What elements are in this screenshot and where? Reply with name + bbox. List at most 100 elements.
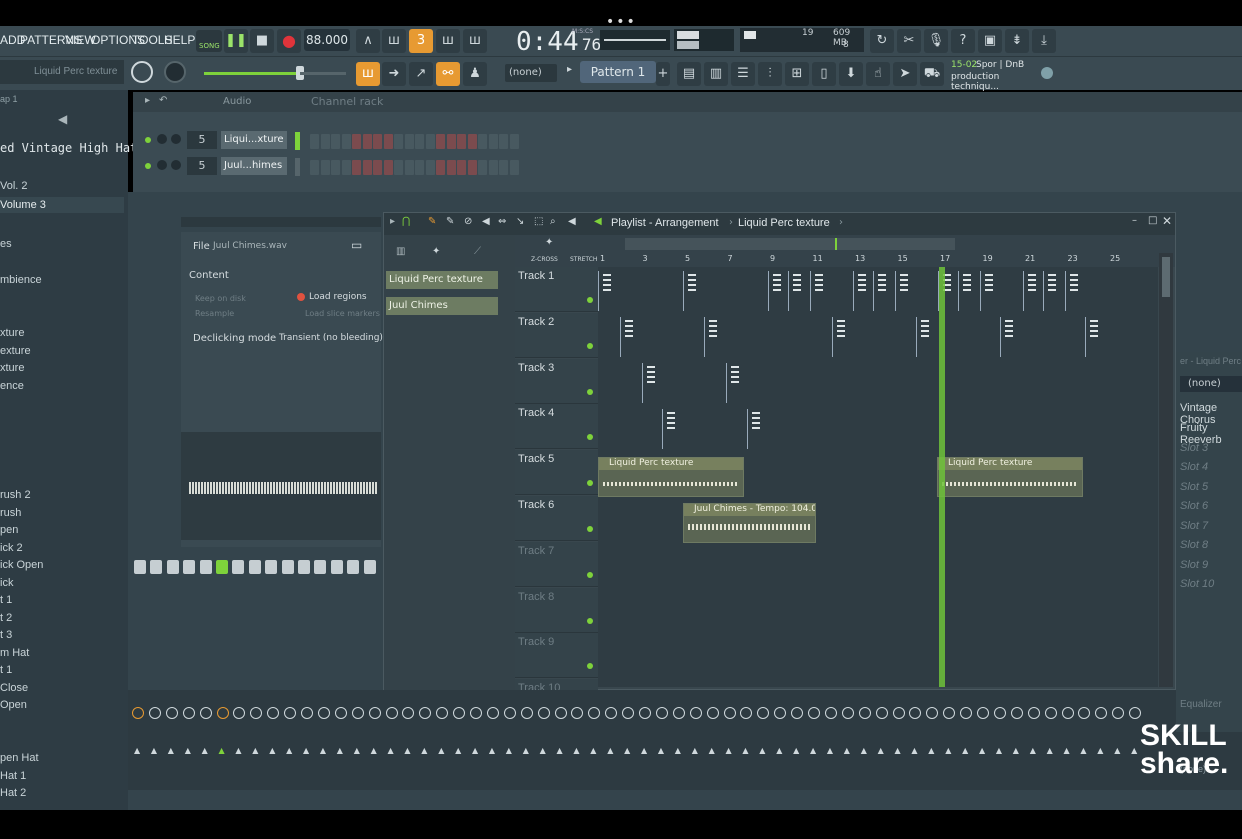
fx-slot[interactable]: Slot 3: [1180, 442, 1208, 454]
resample-option[interactable]: Resample: [195, 309, 234, 318]
route-arrow-icon[interactable]: ▲: [134, 746, 140, 755]
step-button[interactable]: [499, 134, 508, 149]
mixer-fader[interactable]: [150, 560, 163, 574]
browser-item[interactable]: mbience: [0, 274, 42, 286]
route-arrow-icon[interactable]: ▲: [151, 746, 157, 755]
browser-item[interactable]: ence: [0, 380, 24, 392]
route-arrow-icon[interactable]: ▲: [962, 746, 968, 755]
audio-clip[interactable]: Liquid Perc texture: [937, 457, 1083, 497]
send-icon[interactable]: ➤: [893, 62, 917, 86]
mixer-fader[interactable]: [183, 560, 196, 574]
route-arrow-icon[interactable]: ▲: [590, 746, 596, 755]
track-mute-led[interactable]: [587, 480, 593, 487]
channel-rack-icon[interactable]: ☰: [731, 62, 755, 86]
song-mode-toggle[interactable]: SONG: [196, 30, 222, 52]
route-arrow-icon[interactable]: ▲: [607, 746, 613, 755]
step-button[interactable]: [446, 160, 456, 175]
route-arrow-icon[interactable]: ▲: [1047, 746, 1053, 755]
step-button[interactable]: [488, 134, 498, 149]
route-arrow-icon[interactable]: ▲: [742, 746, 748, 755]
track-header[interactable]: Track 6: [515, 496, 598, 541]
picker-automation-icon[interactable]: ⟋: [474, 246, 481, 257]
fx-slot[interactable]: Slot 4: [1180, 461, 1208, 473]
master-volume-knob[interactable]: [131, 61, 153, 83]
route-arrow-icon[interactable]: ▲: [269, 746, 275, 755]
step-button[interactable]: [310, 134, 319, 149]
step-button[interactable]: [478, 160, 487, 175]
step-button[interactable]: [509, 134, 519, 149]
mixer-route-knob[interactable]: [1044, 707, 1057, 719]
route-arrow-icon[interactable]: ▲: [371, 746, 377, 755]
track-mute-led[interactable]: [587, 617, 593, 624]
playlist-pattern-crumb[interactable]: Liquid Perc texture: [738, 217, 830, 229]
pattern-clip[interactable]: [1000, 317, 1020, 357]
picker-audio-icon[interactable]: ✦: [432, 246, 440, 257]
track-header[interactable]: Track 3: [515, 358, 598, 404]
browser-item[interactable]: rush 2: [0, 489, 31, 501]
browser-item[interactable]: ed Vintage High Hat: [0, 141, 137, 155]
audio-clip[interactable]: Liquid Perc texture: [598, 457, 744, 497]
mute-tool-icon[interactable]: ◀: [482, 216, 490, 227]
track-mute-led[interactable]: [587, 571, 593, 578]
step-button[interactable]: [383, 160, 393, 175]
mixer-route-knob[interactable]: [554, 707, 567, 719]
pattern-clip[interactable]: [980, 271, 1000, 311]
mixer-route-knob[interactable]: [672, 707, 685, 719]
cut-icon[interactable]: ✂: [897, 29, 921, 53]
route-arrow-icon[interactable]: ▲: [810, 746, 816, 755]
route-arrow-icon[interactable]: ▲: [911, 746, 917, 755]
step-button[interactable]: [404, 160, 414, 175]
shop-icon[interactable]: ⛟: [920, 62, 944, 86]
pattern-clip[interactable]: [1043, 271, 1063, 311]
browser-item[interactable]: ick Open: [0, 559, 43, 571]
track-header[interactable]: Track 2: [515, 312, 598, 358]
pattern-clip[interactable]: [916, 317, 936, 357]
route-arrow-icon[interactable]: ▲: [506, 746, 512, 755]
pattern-clip[interactable]: [1065, 271, 1085, 311]
pattern-clip[interactable]: [788, 271, 808, 311]
mixer-fader[interactable]: [298, 560, 310, 574]
step-button[interactable]: [446, 134, 456, 149]
step-button[interactable]: [352, 160, 361, 175]
mixer-route-knob[interactable]: [317, 707, 330, 719]
browser-item[interactable]: Hat 1: [0, 770, 26, 782]
audio-clip[interactable]: Juul Chimes - Tempo: 104.0: [683, 503, 816, 543]
route-arrow-icon[interactable]: ▲: [540, 746, 546, 755]
route-arrow-icon[interactable]: ▲: [658, 746, 664, 755]
timeline-ruler[interactable]: 1 3 5 7 9 11 13 15 17 19 21 23 25: [598, 253, 1158, 267]
mixer-route-knob[interactable]: [470, 707, 482, 719]
mixer-route-knob[interactable]: [284, 707, 297, 719]
mixer-route-knob[interactable]: [689, 707, 702, 719]
track-header[interactable]: Track 8: [515, 587, 598, 633]
channel-mute-led[interactable]: [145, 163, 151, 169]
track-header[interactable]: Track 7: [515, 541, 598, 587]
step-button[interactable]: [488, 160, 498, 175]
select-icon[interactable]: ⬚: [534, 216, 543, 227]
pattern-clip[interactable]: [726, 363, 746, 403]
route-arrow-icon[interactable]: ▲: [438, 746, 444, 755]
browser-item[interactable]: m Hat: [0, 647, 29, 659]
mixer-route-knob[interactable]: [723, 707, 736, 719]
mixer-route-knob[interactable]: [537, 707, 550, 719]
track-mute-led[interactable]: [587, 342, 593, 349]
mixer-route-knob[interactable]: [216, 707, 229, 719]
pattern-clip[interactable]: [747, 409, 767, 449]
picker-item[interactable]: Juul Chimes: [386, 297, 498, 315]
pattern-clip[interactable]: [620, 317, 640, 357]
step-button[interactable]: [425, 134, 435, 149]
browser-item[interactable]: ick: [0, 577, 13, 589]
fx-slot[interactable]: Slot 6: [1180, 500, 1208, 512]
browser-item[interactable]: ap 1: [0, 94, 18, 104]
mixer-fader[interactable]: [248, 560, 261, 574]
fx-input-select[interactable]: (none): [1180, 376, 1242, 392]
mixer-fader[interactable]: [166, 560, 179, 574]
track-header[interactable]: Track 9: [515, 633, 598, 679]
browser-item[interactable]: Hat 2: [0, 787, 26, 799]
route-arrow-icon[interactable]: ▲: [185, 746, 191, 755]
mixer-route-knob[interactable]: [824, 707, 837, 719]
fx-slot[interactable]: Slot 5: [1180, 481, 1208, 493]
stop-button[interactable]: ■: [250, 29, 274, 53]
step-button[interactable]: [383, 134, 393, 149]
mixer-route-knob[interactable]: [960, 707, 973, 719]
globe-icon[interactable]: [1041, 67, 1053, 79]
